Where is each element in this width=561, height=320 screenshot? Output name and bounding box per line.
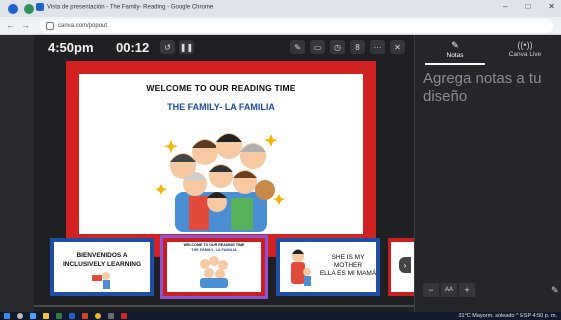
increase-font-button[interactable]: +	[459, 283, 475, 297]
close-presenter-icon[interactable]: ✕	[390, 40, 405, 54]
thumbnail-slide-3[interactable]: SHE IS MY MOTHER ELLA ES MI MAMÁ	[276, 238, 380, 296]
site-info-icon[interactable]	[46, 22, 54, 30]
decrease-font-button[interactable]: −	[423, 283, 439, 297]
search-icon[interactable]	[17, 313, 23, 319]
thumb-3-line1: SHE IS MY MOTHER	[331, 254, 365, 269]
tab-canva-live-label: Canva Live	[508, 51, 542, 58]
browser-title-bar: Vista de presentación - The Family- Read…	[0, 0, 561, 17]
address-bar-row: ← → canva.com/popout	[0, 17, 561, 35]
scroll-right-icon[interactable]: ›	[399, 257, 411, 273]
pause-icon[interactable]: ❚❚	[179, 40, 194, 54]
tab-canva-live[interactable]: ((•)) Canva Live	[495, 40, 555, 58]
file-explorer-icon[interactable]	[43, 313, 49, 319]
thumb-3-line2: ELLA ES MI MAMÁ	[319, 270, 377, 277]
screen: Vista de presentación - The Family- Read…	[0, 0, 561, 320]
url-text: canva.com/popout	[58, 23, 108, 29]
current-slide: WELCOME TO OUR READING TIME THE FAMILY- …	[79, 74, 363, 234]
current-slide-frame: WELCOME TO OUR READING TIME THE FAMILY- …	[66, 61, 376, 257]
close-window-icon[interactable]: ✕	[548, 2, 555, 11]
powerpoint-icon[interactable]	[82, 313, 88, 319]
broadcast-icon: ((•))	[517, 40, 533, 50]
presenter-stage: 4:50pm 00:12 ↺ ❚❚ ✎ ▭ ◷ 8 ··· ✕ WELCOME …	[34, 35, 414, 312]
left-side-bar	[0, 35, 34, 312]
keyboard-icon[interactable]: ▭	[310, 40, 325, 54]
url-field[interactable]: canva.com/popout	[40, 19, 553, 33]
edge-icon[interactable]	[30, 313, 36, 319]
app-icon[interactable]	[108, 313, 114, 319]
thumb-family-illustration	[200, 256, 228, 288]
elapsed-timer: 00:12	[116, 40, 150, 55]
thumbnail-slide-1[interactable]: BIENVENIDOS A INCLUSIVELY LEARNING	[50, 238, 154, 296]
more-options-icon[interactable]: ···	[370, 40, 385, 54]
child-illustration	[92, 272, 110, 289]
notes-input[interactable]: Agrega notas a tu diseño	[423, 70, 558, 106]
word-icon[interactable]	[69, 313, 75, 319]
app-icon-2[interactable]	[121, 313, 127, 319]
canva-favicon-icon	[36, 3, 44, 11]
current-time: 4:50pm	[48, 40, 94, 55]
magic-shortcuts-icon[interactable]: 8	[350, 40, 365, 54]
edit-notes-icon[interactable]: ✎	[551, 285, 559, 296]
back-arrow-icon[interactable]: ←	[6, 20, 15, 30]
font-size-button[interactable]: AA	[441, 283, 457, 297]
excel-icon[interactable]	[56, 313, 62, 319]
thumbnail-slide-2[interactable]: WELCOME TO OUR READING TIME THE FAMILY- …	[160, 235, 268, 299]
notes-panel: ✎ Notas ((•)) Canva Live Agrega notas a …	[414, 35, 561, 312]
slide-thumbnails: BIENVENIDOS A INCLUSIVELY LEARNING WELCO…	[50, 235, 414, 299]
maximize-icon[interactable]: □	[525, 2, 530, 11]
system-tray[interactable]: 31°C Mayorm. soleado ^ ESP 4:50 p. m.	[458, 312, 557, 320]
windows-start-icon[interactable]	[4, 313, 10, 319]
notes-icon: ✎	[451, 40, 459, 50]
tab-notes-label: Notas	[446, 52, 464, 59]
draw-icon[interactable]: ✎	[290, 40, 305, 54]
timer-clock-icon[interactable]: ◷	[330, 40, 345, 54]
chrome-taskbar-icon[interactable]	[95, 313, 101, 319]
active-tab-indicator	[425, 63, 485, 65]
shield-icon	[24, 4, 34, 14]
window-title: Vista de presentación - The Family- Read…	[47, 4, 214, 11]
minimize-icon[interactable]: –	[503, 2, 507, 11]
tab-notes[interactable]: ✎ Notas	[425, 40, 485, 59]
chrome-icon[interactable]	[8, 4, 18, 14]
forward-arrow-icon[interactable]: →	[21, 20, 30, 30]
presentation-progress-bar	[34, 305, 414, 307]
reset-timer-icon[interactable]: ↺	[160, 40, 175, 54]
windows-taskbar: 31°C Mayorm. soleado ^ ESP 4:50 p. m.	[0, 312, 561, 320]
family-illustration	[155, 133, 285, 232]
